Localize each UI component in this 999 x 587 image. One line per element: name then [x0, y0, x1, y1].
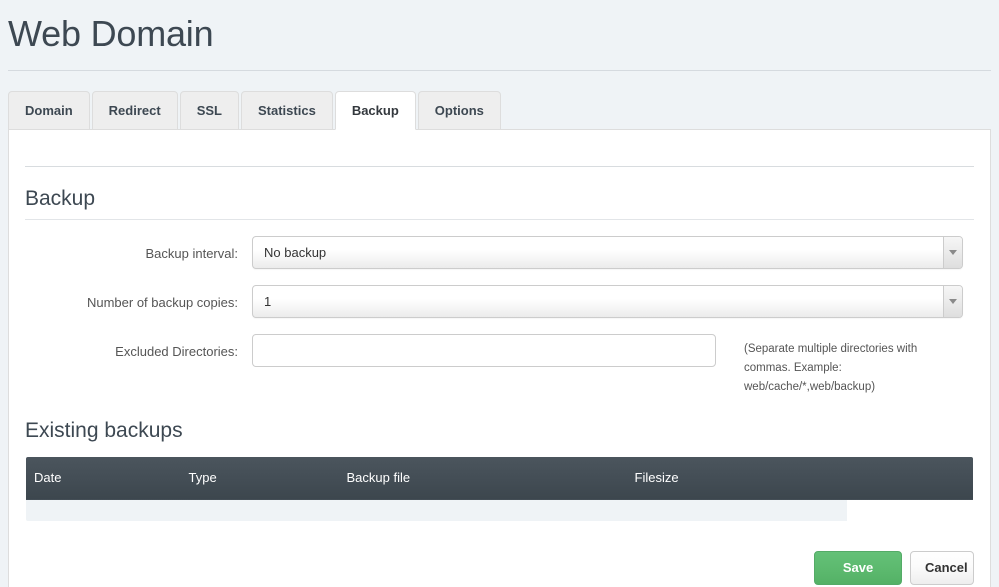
backup-interval-value: No backup — [264, 244, 327, 260]
column-header-backup-file[interactable]: Backup file — [346, 456, 635, 500]
tab-domain[interactable]: Domain — [8, 90, 90, 130]
panel-spacer — [17, 130, 982, 166]
table-cell-backup-file — [346, 499, 635, 522]
table-cell-date — [26, 499, 189, 522]
column-header-date[interactable]: Date — [26, 456, 189, 500]
page-title: Web Domain — [8, 13, 214, 54]
column-header-type[interactable]: Type — [188, 456, 347, 500]
form-row-backup-interval: Backup interval: No backup — [17, 235, 982, 269]
section-title-backup: Backup — [25, 186, 96, 210]
table-header: Date Type Backup file Filesize — [26, 456, 973, 500]
save-button[interactable]: Save — [814, 551, 902, 586]
form-row-excluded-directories: Excluded Directories: (Separate multiple… — [17, 333, 982, 397]
backup-copies-control: 1 — [252, 284, 982, 318]
tabs-container: Domain Redirect SSL Statistics Backup Op… — [0, 71, 999, 130]
table-row — [26, 499, 973, 522]
table-cell-filesize — [634, 499, 847, 522]
caret-shape — [949, 249, 957, 255]
page-header: Web Domain — [0, 0, 999, 71]
backup-interval-label: Backup interval: — [145, 245, 239, 261]
tab-options[interactable]: Options — [417, 90, 501, 130]
caret-shape — [949, 298, 957, 304]
tab-bar: Domain Redirect SSL Statistics Backup Op… — [8, 90, 991, 130]
backup-interval-select[interactable]: No backup — [252, 235, 963, 269]
tab-ssl[interactable]: SSL — [179, 90, 239, 130]
table-cell-type — [188, 499, 347, 522]
tab-statistics[interactable]: Statistics — [241, 90, 333, 130]
backup-form: Backup interval: No backup Number of bac… — [17, 220, 982, 397]
chevron-down-icon[interactable] — [943, 285, 962, 317]
excluded-directories-input[interactable] — [252, 333, 716, 367]
column-header-filesize[interactable]: Filesize — [634, 456, 847, 500]
form-row-backup-copies: Number of backup copies: 1 — [17, 284, 982, 318]
backup-copies-label: Number of backup copies: — [86, 294, 238, 310]
excluded-directories-label: Excluded Directories: — [115, 343, 238, 359]
backup-copies-select[interactable]: 1 — [252, 284, 963, 318]
section-title-existing-backups: Existing backups — [25, 418, 183, 442]
column-header-actions — [846, 456, 973, 500]
form-actions: Save Cancel — [17, 522, 982, 586]
backup-copies-value: 1 — [264, 293, 272, 309]
chevron-down-icon[interactable] — [943, 236, 962, 268]
tab-redirect[interactable]: Redirect — [91, 90, 178, 130]
table-cell-actions — [846, 499, 973, 522]
existing-backups-table: Date Type Backup file Filesize — [25, 455, 974, 523]
excluded-directories-help: (Separate multiple directories with comm… — [744, 342, 918, 393]
backup-interval-control: No backup — [252, 235, 982, 269]
tab-backup[interactable]: Backup — [334, 90, 416, 130]
excluded-directories-control: (Separate multiple directories with comm… — [252, 333, 982, 397]
cancel-button[interactable]: Cancel — [910, 551, 974, 586]
table-body — [26, 499, 973, 522]
table-header-row: Date Type Backup file Filesize — [26, 456, 973, 500]
tab-panel-backup: Backup Backup interval: No backup Number… — [8, 129, 991, 587]
